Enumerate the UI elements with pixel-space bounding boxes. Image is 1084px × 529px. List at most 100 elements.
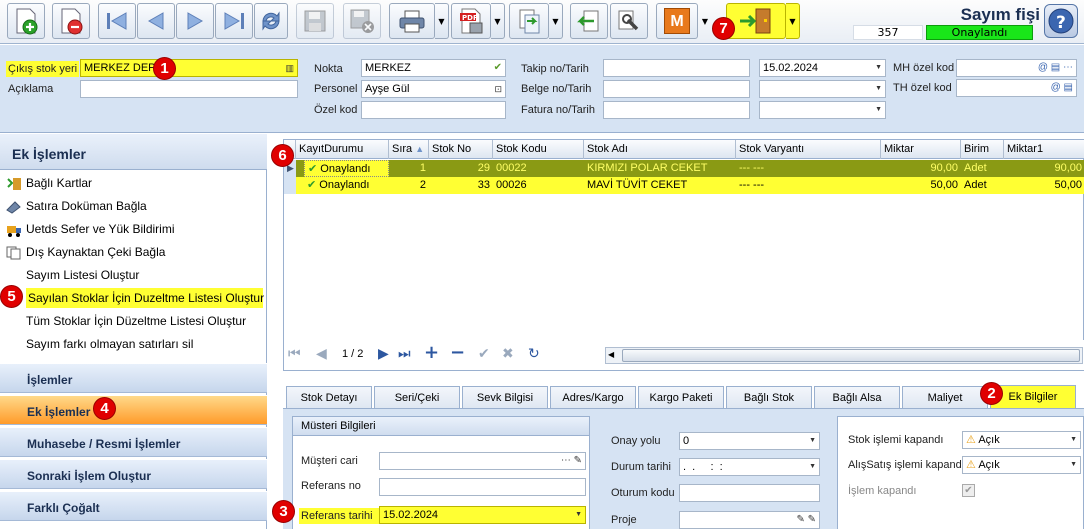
col-stok-varyanti[interactable]: Stok Varyantı: [736, 140, 881, 159]
chevron-down-icon[interactable]: ▼: [875, 81, 882, 97]
m-button[interactable]: M: [656, 3, 698, 39]
fatura-date-field[interactable]: ▼: [759, 101, 886, 119]
tools-button[interactable]: [610, 3, 648, 39]
durum-tarihi-field[interactable]: . . : : ▼: [679, 458, 820, 476]
tab-seri-ceki[interactable]: Seri/Çeki: [374, 386, 460, 408]
ozel-kod-field[interactable]: [361, 101, 506, 119]
menu-item-sayilan-stoklar[interactable]: Sayılan Stoklar İçin Duzeltme Listesi Ol…: [26, 288, 264, 308]
chevron-down-icon[interactable]: ▼: [875, 60, 882, 76]
tab-ek-bilgiler[interactable]: Ek Bilgiler: [990, 385, 1076, 409]
nav-last-icon[interactable]: ⏭: [398, 346, 411, 362]
refresh-button[interactable]: [254, 3, 288, 39]
export-dropdown[interactable]: ▼: [549, 3, 563, 39]
col-miktar[interactable]: Miktar: [881, 140, 961, 159]
next-record-button[interactable]: [176, 3, 214, 39]
export-button[interactable]: [509, 3, 549, 39]
table-row[interactable]: ▶ ✔ Onaylandı 1 29 00022 KIRMIZI POLAR C…: [284, 160, 1084, 177]
takip-date-field[interactable]: 15.02.2024 ▼: [759, 59, 886, 77]
at-icon[interactable]: @ ▤: [1051, 80, 1073, 96]
nokta-field[interactable]: MERKEZ ✔: [361, 59, 506, 77]
oturum-kodu-field[interactable]: [679, 484, 820, 502]
prev-record-button[interactable]: [137, 3, 175, 39]
tab-maliyet[interactable]: Maliyet: [902, 386, 988, 408]
mh-ozel-kod-field[interactable]: @ ▤ ⋯: [956, 59, 1077, 77]
edit-lookup-icon[interactable]: ✎ ✎: [796, 512, 816, 528]
takip-no-field[interactable]: [603, 59, 750, 77]
nav-next-icon[interactable]: ▶: [378, 346, 389, 362]
proje-field[interactable]: ✎ ✎: [679, 511, 820, 529]
nav-refresh-icon[interactable]: ↻: [528, 346, 540, 362]
at-icon[interactable]: @ ▤ ⋯: [1038, 60, 1073, 76]
col-stok-kodu[interactable]: Stok Kodu: [493, 140, 584, 159]
tab-stok-detayi[interactable]: Stok Detayı: [286, 386, 372, 408]
tab-sevk-bilgisi[interactable]: Sevk Bilgisi: [462, 386, 548, 408]
menu-item-tum-stoklar[interactable]: Tüm Stoklar İçin Düzeltme Listesi Oluştu…: [26, 311, 246, 331]
col-stok-no[interactable]: Stok No: [429, 140, 493, 159]
col-miktar1[interactable]: Miktar1: [1004, 140, 1084, 159]
menu-item-bagli-kartlar[interactable]: Bağlı Kartlar: [6, 173, 92, 193]
pdf-dropdown[interactable]: ▼: [491, 3, 505, 39]
musteri-cari-field[interactable]: ⋯ ✎: [379, 452, 586, 470]
menu-item-dis-kaynaktan[interactable]: Dış Kaynaktan Çeki Bağla: [6, 242, 165, 262]
m-dropdown[interactable]: ▼: [698, 3, 712, 39]
group-farkli-cogalt[interactable]: Farklı Çoğalt: [0, 491, 267, 521]
nav-add-icon[interactable]: +: [424, 342, 439, 363]
group-islemler[interactable]: İşlemler: [0, 363, 267, 393]
tab-adres-kargo[interactable]: Adres/Kargo: [550, 386, 636, 408]
nav-cancel-icon[interactable]: ✖: [502, 346, 514, 362]
col-kayit-durumu[interactable]: KayıtDurumu: [296, 140, 389, 159]
menu-item-sayim-listesi[interactable]: Sayım Listesi Oluştur: [26, 265, 139, 285]
edit-lookup-icon[interactable]: ⋯ ✎: [561, 453, 582, 469]
aciklama-field[interactable]: [80, 80, 298, 98]
pdf-button[interactable]: PDF: [451, 3, 491, 39]
nav-prev-icon[interactable]: ◀: [316, 346, 327, 362]
group-sonraki-islem[interactable]: Sonraki İşlem Oluştur: [0, 459, 267, 489]
tab-bagli-alsa[interactable]: Bağlı Alsa: [814, 386, 900, 408]
table-row[interactable]: ✔ Onaylandı 2 33 00026 MAVİ TÜVİT CEKET …: [284, 177, 1084, 194]
last-record-button[interactable]: [215, 3, 253, 39]
group-ek-islemler[interactable]: Ek İşlemler: [0, 395, 267, 425]
menu-item-satira-dokuman-bagla[interactable]: Satıra Doküman Bağla: [6, 196, 147, 216]
menu-item-uetds[interactable]: Uetds Sefer ve Yük Bildirimi: [6, 219, 175, 239]
nav-confirm-icon[interactable]: ✔: [478, 346, 490, 362]
group-muhasebe[interactable]: Muhasebe / Resmi İşlemler: [0, 427, 267, 457]
help-button[interactable]: ?: [1044, 4, 1078, 38]
tab-bagli-stok[interactable]: Bağlı Stok: [726, 386, 812, 408]
belge-date-field[interactable]: ▼: [759, 80, 886, 98]
col-stok-adi[interactable]: Stok Adı: [584, 140, 736, 159]
chevron-down-icon[interactable]: ▼: [1070, 457, 1077, 473]
col-birim[interactable]: Birim: [961, 140, 1004, 159]
alis-satis-select[interactable]: ⚠ Açık ▼: [962, 456, 1081, 474]
personel-field[interactable]: Ayşe Gül ⊡: [361, 80, 506, 98]
import-button[interactable]: [570, 3, 608, 39]
print-dropdown[interactable]: ▼: [435, 3, 449, 39]
fatura-no-field[interactable]: [603, 101, 750, 119]
horizontal-scrollbar[interactable]: ◀: [605, 347, 1083, 364]
person-lookup-icon[interactable]: ⊡: [494, 81, 502, 97]
col-sira[interactable]: Sıra ▲: [389, 140, 429, 159]
chevron-down-icon[interactable]: ▼: [875, 102, 882, 118]
tab-kargo-paketi[interactable]: Kargo Paketi: [638, 386, 724, 408]
chevron-down-icon[interactable]: ▼: [575, 507, 582, 523]
menu-item-sayim-farki-sil[interactable]: Sayım farkı olmayan satırları sil: [26, 334, 193, 354]
save-button[interactable]: [296, 3, 334, 39]
add-button[interactable]: [7, 3, 45, 39]
onay-yolu-field[interactable]: 0 ▼: [679, 432, 820, 450]
cikis-stok-yeri-field[interactable]: MERKEZ DEPO ▥: [80, 59, 298, 77]
nav-remove-icon[interactable]: −: [450, 342, 465, 363]
chevron-down-icon[interactable]: ▼: [809, 459, 816, 475]
scroll-left-icon[interactable]: ◀: [608, 350, 614, 359]
referans-no-field[interactable]: [379, 478, 586, 496]
belge-no-field[interactable]: [603, 80, 750, 98]
chevron-down-icon[interactable]: ▼: [809, 433, 816, 449]
chevron-down-icon[interactable]: ▼: [1070, 432, 1077, 448]
save-close-button[interactable]: [343, 3, 381, 39]
lookup-icon[interactable]: ▥: [285, 60, 294, 76]
first-record-button[interactable]: [98, 3, 136, 39]
exit-button[interactable]: [726, 3, 786, 39]
th-ozel-kod-field[interactable]: @ ▤: [956, 79, 1077, 97]
delete-button[interactable]: [52, 3, 90, 39]
print-button[interactable]: [389, 3, 435, 39]
stok-islemi-select[interactable]: ⚠ Açık ▼: [962, 431, 1081, 449]
referans-tarihi-field[interactable]: 15.02.2024 ▼: [379, 506, 586, 524]
